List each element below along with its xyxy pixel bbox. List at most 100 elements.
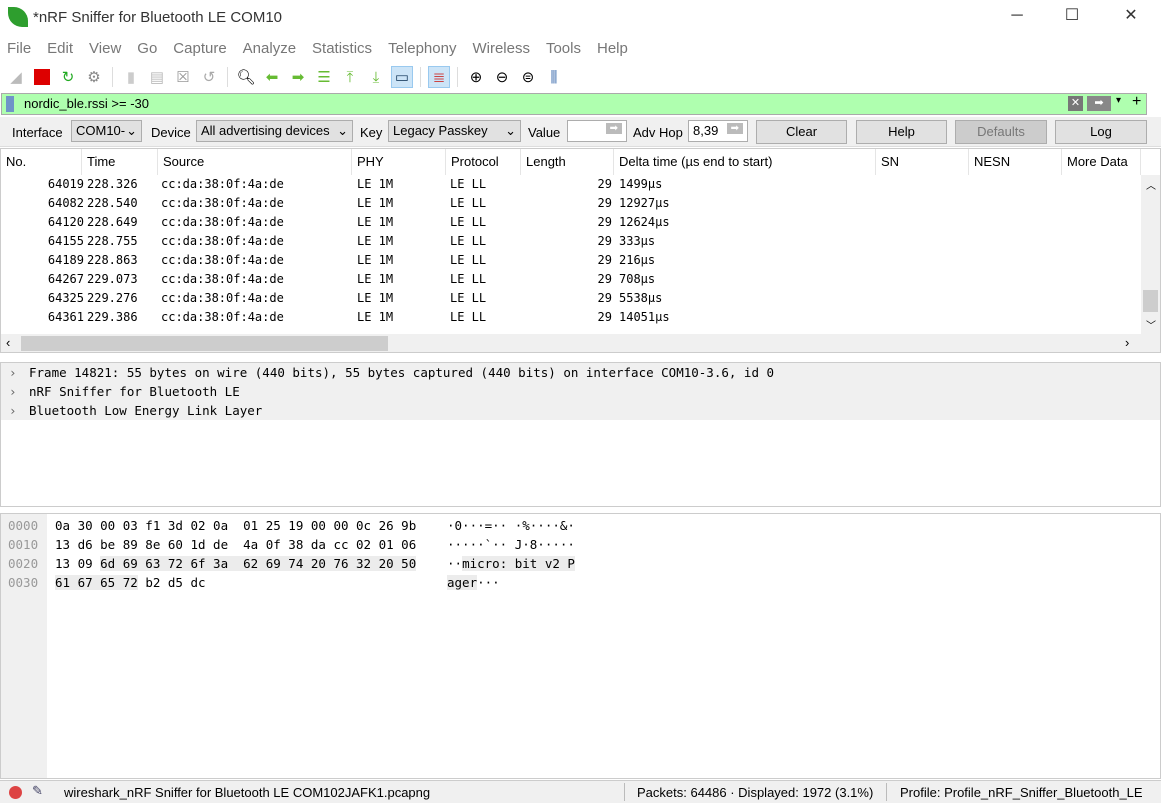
table-cell: cc:da:38:0f:4a:de [161, 215, 284, 229]
table-cell: 29 [597, 253, 612, 267]
scrollbar-thumb [21, 336, 388, 351]
column-header[interactable]: SN [876, 149, 969, 175]
tree-item[interactable]: › Bluetooth Low Energy Link Layer [1, 401, 1160, 420]
bookmark-icon[interactable] [6, 96, 14, 112]
menu-analyze[interactable]: Analyze [243, 36, 296, 62]
table-row[interactable]: 64325 229.276 cc:da:38:0f:4a:de LE 1M LE LL 2… [1, 289, 1141, 308]
restart-capture-icon[interactable]: ↻ [57, 66, 79, 88]
menu-tools[interactable]: Tools [546, 36, 581, 62]
table-row[interactable]: 64267 229.073 cc:da:38:0f:4a:de LE 1M LE LL 2… [1, 270, 1141, 289]
tree-item-label: Bluetooth Low Energy Link Layer [29, 403, 263, 418]
table-cell: 64019 [47, 177, 84, 191]
menu-file[interactable]: File [7, 36, 31, 62]
value-input[interactable]: ➡ [567, 120, 627, 142]
menu-go[interactable]: Go [137, 36, 157, 62]
table-cell: LE LL [450, 253, 487, 267]
column-header[interactable]: More Data [1062, 149, 1141, 175]
filter-text[interactable]: nordic_ble.rssi >= -30 [24, 96, 149, 111]
menu-telephony[interactable]: Telephony [388, 36, 456, 62]
go-forward-icon[interactable]: ➡ [287, 66, 309, 88]
column-header[interactable]: No. [1, 149, 82, 175]
expand-arrow-icon[interactable]: › [9, 382, 17, 401]
hex-bytes[interactable]: 13 09 6d 69 63 72 6f 3a 62 69 74 20 76 3… [55, 554, 417, 573]
table-row[interactable]: 64120 228.649 cc:da:38:0f:4a:de LE 1M LE LL 2… [1, 213, 1141, 232]
go-last-icon[interactable]: ⤓ [365, 66, 387, 88]
hex-segment: 61 67 65 72 [55, 575, 138, 590]
device-select[interactable]: All advertising devices ⌄ [196, 120, 353, 142]
adv-hop-input[interactable]: 8,39 ➡ [688, 120, 748, 142]
hex-bytes[interactable]: 13 d6 be 89 8e 60 1d de 4a 0f 38 da cc 0… [55, 535, 416, 554]
clear-button[interactable]: Clear [756, 120, 847, 144]
go-back-icon[interactable]: ⬅ [261, 66, 283, 88]
column-header[interactable]: NESN [969, 149, 1062, 175]
hex-bytes[interactable]: 61 67 65 72 b2 d5 dc [55, 573, 206, 592]
column-header[interactable]: Delta time (µs end to start) [614, 149, 876, 175]
column-header[interactable]: Length [521, 149, 614, 175]
column-header[interactable]: Source [158, 149, 352, 175]
autoscroll-icon[interactable]: ▭ [391, 66, 413, 88]
stop-capture-icon[interactable] [31, 66, 53, 88]
profile-selector[interactable]: Profile: Profile_nRF_Sniffer_Bluetooth_L… [900, 785, 1143, 800]
expand-arrow-icon[interactable]: › [9, 363, 17, 382]
table-cell: cc:da:38:0f:4a:de [161, 272, 284, 286]
ascii-bytes[interactable]: ·····`·· J·8····· [447, 535, 575, 554]
ascii-bytes[interactable]: ager··· [447, 573, 500, 592]
help-button[interactable]: Help [856, 120, 947, 144]
vertical-scrollbar[interactable]: ︿ ﹀ [1141, 175, 1160, 335]
display-filter-input[interactable]: nordic_ble.rssi >= -30 ✕ ➡ ▾ [1, 93, 1147, 115]
column-header[interactable]: Time [82, 149, 158, 175]
capture-options-icon[interactable]: ⚙ [83, 66, 105, 88]
table-cell: LE 1M [357, 272, 394, 286]
table-cell: 64120 [47, 215, 84, 229]
column-header[interactable]: Protocol [446, 149, 521, 175]
apply-filter-icon[interactable]: ➡ [1087, 96, 1111, 111]
save-file-icon[interactable]: ▤ [146, 66, 168, 88]
table-row[interactable]: 64361 229.386 cc:da:38:0f:4a:de LE 1M LE LL 2… [1, 308, 1141, 327]
horizontal-scrollbar[interactable]: ‹ › [1, 334, 1160, 352]
reload-file-icon[interactable]: ↺ [198, 66, 220, 88]
normal-size-icon[interactable]: ⊜ [517, 66, 539, 88]
column-header[interactable]: PHY [352, 149, 446, 175]
sniffer-toolbar: Interface COM10- ⌄ Device All advertisin… [0, 117, 1161, 147]
zoom-out-icon[interactable]: ⊖ [491, 66, 513, 88]
ascii-bytes[interactable]: ··micro: bit v2 P [447, 554, 575, 573]
tree-item[interactable]: › Frame 14821: 55 bytes on wire (440 bits… [1, 363, 1160, 382]
close-button[interactable]: ✕ [1108, 0, 1154, 32]
tree-item-label: nRF Sniffer for Bluetooth LE [29, 384, 240, 399]
minimize-button[interactable]: ─ [994, 0, 1040, 32]
go-to-packet-icon[interactable]: ☰ [313, 66, 335, 88]
maximize-button[interactable]: ☐ [1049, 0, 1095, 32]
comments-icon[interactable]: ✎ [32, 783, 43, 799]
open-file-icon[interactable]: ▮ [120, 66, 142, 88]
table-row[interactable]: 64155 228.755 cc:da:38:0f:4a:de LE 1M LE LL 2… [1, 232, 1141, 251]
start-capture-icon[interactable]: ◢ [5, 66, 27, 88]
resize-columns-icon[interactable]: ⫼ [543, 66, 565, 88]
table-row[interactable]: 64019 228.326 cc:da:38:0f:4a:de LE 1M LE LL 2… [1, 175, 1141, 194]
defaults-button[interactable]: Defaults [955, 120, 1047, 144]
menu-help[interactable]: Help [597, 36, 628, 62]
interface-select[interactable]: COM10- ⌄ [71, 120, 142, 142]
key-select[interactable]: Legacy Passkey ⌄ [388, 120, 521, 142]
ascii-bytes[interactable]: ·0···=·· ·%····&· [447, 516, 575, 535]
menu-wireless[interactable]: Wireless [472, 36, 530, 62]
close-file-icon[interactable]: ☒ [172, 66, 194, 88]
go-first-icon[interactable]: ⤒ [339, 66, 361, 88]
zoom-in-icon[interactable]: ⊕ [465, 66, 487, 88]
table-row[interactable]: 64082 228.540 cc:da:38:0f:4a:de LE 1M LE LL 2… [1, 194, 1141, 213]
menu-edit[interactable]: Edit [47, 36, 73, 62]
menu-view[interactable]: View [89, 36, 121, 62]
colorize-icon[interactable]: ≣ [428, 66, 450, 88]
tree-item[interactable]: › nRF Sniffer for Bluetooth LE [1, 382, 1160, 401]
menu-statistics[interactable]: Statistics [312, 36, 372, 62]
filter-dropdown-icon[interactable]: ▾ [1116, 95, 1121, 106]
clear-filter-icon[interactable]: ✕ [1068, 96, 1083, 111]
add-filter-button[interactable]: + [1132, 93, 1141, 111]
hex-bytes[interactable]: 0a 30 00 03 f1 3d 02 0a 01 25 19 00 00 0… [55, 516, 416, 535]
menu-capture[interactable]: Capture [173, 36, 226, 62]
tree-item-label: Frame 14821: 55 bytes on wire (440 bits)… [29, 365, 775, 380]
find-packet-icon[interactable]: 🔍︎ [235, 66, 257, 88]
table-row[interactable]: 64189 228.863 cc:da:38:0f:4a:de LE 1M LE LL 2… [1, 251, 1141, 270]
ascii-segment: ·····`·· J·8····· [447, 537, 575, 552]
log-button[interactable]: Log [1055, 120, 1147, 144]
expand-arrow-icon[interactable]: › [9, 401, 17, 420]
